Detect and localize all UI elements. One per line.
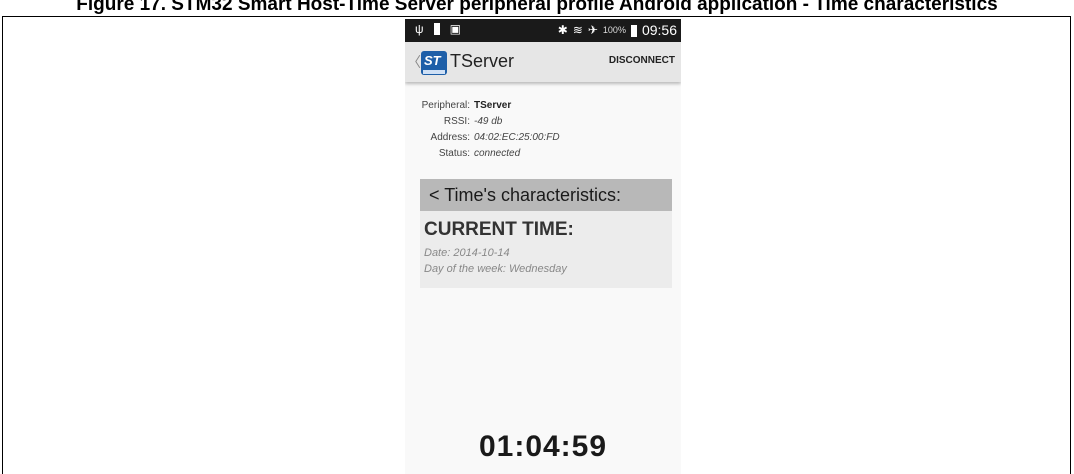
day-of-week-value: Day of the week: Wednesday xyxy=(424,263,567,275)
battery-percent: 100% xyxy=(602,25,626,35)
image-icon: ▣ xyxy=(449,22,461,36)
current-time-title: CURRENT TIME: xyxy=(424,219,574,240)
back-chevron-icon[interactable]: 〈 xyxy=(407,52,421,72)
battery-level-icon xyxy=(630,25,637,37)
airplane-icon: ✈ xyxy=(587,23,598,37)
peripheral-row: Peripheral: TServer xyxy=(415,98,560,114)
figure-caption-strip: Figure 17. STM32 Smart Host-Time Server … xyxy=(0,0,1074,16)
characteristics-header: < Time's characteristics: xyxy=(429,185,621,205)
app-logo-bar xyxy=(423,70,445,74)
app-title: TServer xyxy=(450,51,515,71)
rssi-label: RSSI: xyxy=(443,116,470,127)
frame-top-border xyxy=(2,16,1071,17)
app-logo-text: ST xyxy=(424,53,441,68)
rssi-row: RSSI: -49 db xyxy=(415,114,560,130)
frame-left-border xyxy=(2,16,3,474)
disconnect-button[interactable]: DISCONNECT xyxy=(609,55,675,66)
rssi-value: -49 db xyxy=(474,116,503,127)
status-bar: ψ ▣ ✱ ≋ ✈ 100% 09:56 xyxy=(405,19,681,42)
address-label: Address: xyxy=(430,132,470,143)
frame-right-border xyxy=(1070,16,1071,474)
signal-icon: ≋ xyxy=(572,23,583,37)
date-value: Date: 2014-10-14 xyxy=(424,247,510,259)
address-value: 04:02:EC:25:00:FD xyxy=(474,132,560,143)
app-logo-icon[interactable]: ST xyxy=(421,51,447,75)
peripheral-label: Peripheral: xyxy=(421,100,470,111)
bluetooth-icon: ✱ xyxy=(557,23,568,37)
phone-screen: ψ ▣ ✱ ≋ ✈ 100% 09:56 〈 ST TServer DISCON… xyxy=(405,19,681,474)
status-row: Status: connected xyxy=(415,146,560,162)
status-value: connected xyxy=(474,148,521,159)
status-time: 09:56 xyxy=(641,22,677,38)
usb-icon: ψ xyxy=(415,22,424,36)
action-bar: 〈 ST TServer DISCONNECT xyxy=(405,42,681,82)
address-row: Address: 04:02:EC:25:00:FD xyxy=(415,130,560,146)
battery-icon xyxy=(433,23,440,35)
clock-display: 01:04:59 xyxy=(478,430,608,463)
characteristics-back-button[interactable]: < Time's characteristics: xyxy=(420,179,672,211)
status-label: Status: xyxy=(438,148,470,159)
figure-caption: Figure 17. STM32 Smart Host-Time Server … xyxy=(76,0,998,15)
peripheral-value: TServer xyxy=(474,100,512,111)
current-time-card: CURRENT TIME: Date: 2014-10-14 Day of th… xyxy=(420,211,672,288)
peripheral-info: Peripheral: TServer RSSI: -49 db Address: 0… xyxy=(415,98,560,162)
